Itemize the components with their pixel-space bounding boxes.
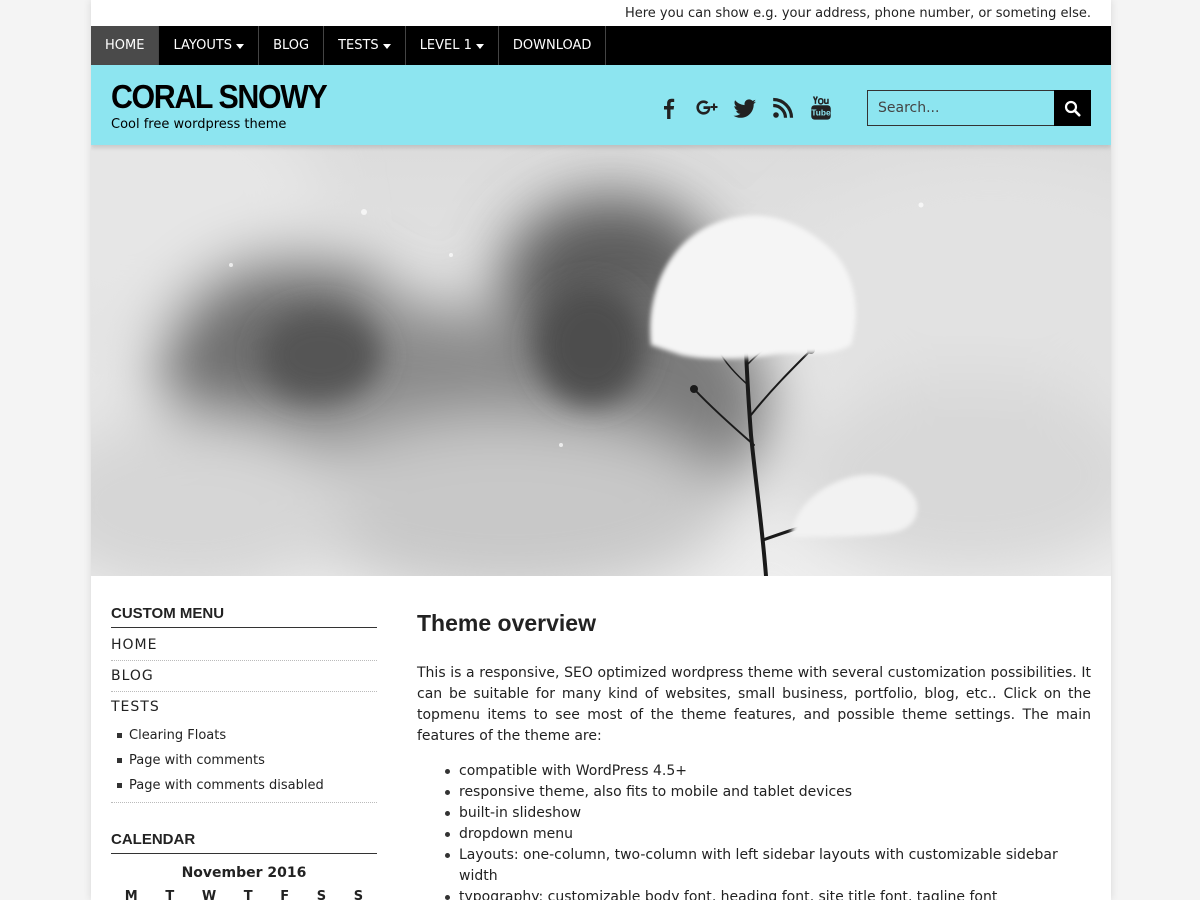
submenu-item-label: Clearing Floats [129, 728, 227, 743]
site-header: CORAL SNOWY Cool free wordpress theme Tu… [91, 65, 1111, 145]
calendar-caption: November 2016 [181, 865, 307, 881]
nav-item-tests[interactable]: TESTS [324, 26, 406, 65]
nav-item-label: HOME [105, 38, 145, 53]
nav-item-blog[interactable]: BLOG [259, 26, 325, 65]
sidebar-submenu-item[interactable]: Clearing Floats [117, 723, 377, 748]
sidebar-menu-item-tests[interactable]: TESTS [111, 692, 377, 723]
sidebar-menu-item-blog[interactable]: BLOG [111, 661, 377, 692]
search-form [867, 90, 1091, 126]
nav-item-label: LAYOUTS [173, 38, 233, 53]
nav-item-layouts[interactable]: LAYOUTS [159, 26, 260, 65]
sidebar-submenu-item[interactable]: Page with comments [117, 748, 377, 773]
social-icons: Tube [656, 95, 834, 121]
list-item: Layouts: one-column, two-column with lef… [445, 845, 1091, 887]
list-item: responsive theme, also fits to mobile an… [445, 782, 1091, 803]
main-content: Theme overview This is a responsive, SEO… [417, 610, 1091, 900]
caret-down-icon [475, 43, 484, 49]
nav-item-label: BLOG [273, 38, 310, 53]
nav-item-label: DOWNLOAD [512, 38, 592, 53]
nav-item-level-1[interactable]: LEVEL 1 [406, 26, 499, 65]
top-info-bar: Here you can show e.g. your address, pho… [624, 6, 1091, 21]
nav-item-download[interactable]: DOWNLOAD [499, 26, 607, 65]
nav-item-label: LEVEL 1 [419, 38, 472, 53]
submenu-item-label: Page with comments disabled [129, 778, 324, 793]
twitter-icon[interactable] [732, 95, 758, 121]
sidebar-submenu: Clearing Floats Page with comments Page … [111, 723, 377, 803]
list-item: compatible with WordPress 4.5+ [445, 761, 1091, 782]
submenu-item-label: Page with comments [129, 753, 265, 768]
calendar-weekday: S [316, 889, 327, 900]
calendar-weekday: T [243, 889, 253, 900]
caret-down-icon [236, 43, 245, 49]
square-bullet-icon [117, 758, 122, 763]
google-plus-icon[interactable] [694, 95, 720, 121]
sidebar-submenu-item[interactable]: Page with comments disabled [117, 773, 377, 798]
square-bullet-icon [117, 733, 122, 738]
calendar-weekday: W [201, 889, 217, 900]
site-title[interactable]: CORAL SNOWY [111, 80, 328, 113]
snowy-plant-photo [91, 145, 1111, 576]
calendar-weekday: F [280, 889, 290, 900]
calendar-weekday: M [124, 889, 138, 900]
page: Here you can show e.g. your address, pho… [91, 0, 1111, 900]
widget-title-calendar: CALENDAR [111, 831, 377, 854]
nav-item-home[interactable]: HOME [91, 26, 160, 65]
list-item: dropdown menu [445, 824, 1091, 845]
calendar-weekday-header: M T W T F S S [111, 889, 377, 900]
square-bullet-icon [117, 783, 122, 788]
calendar-weekday: T [165, 889, 175, 900]
calendar-weekday: S [353, 889, 364, 900]
youtube-icon[interactable]: Tube [808, 95, 834, 121]
svg-text:Tube: Tube [811, 108, 831, 118]
rss-icon[interactable] [770, 95, 796, 121]
facebook-icon[interactable] [656, 95, 682, 121]
list-item: built-in slideshow [445, 803, 1091, 824]
sidebar-menu-item-home[interactable]: HOME [111, 630, 377, 661]
sidebar: CUSTOM MENU HOME BLOG TESTS Clearing Flo… [111, 605, 377, 900]
intro-paragraph: This is a responsive, SEO optimized word… [417, 665, 1091, 744]
search-icon [1064, 100, 1081, 116]
page-title: Theme overview [417, 610, 596, 636]
feature-list: compatible with WordPress 4.5+ responsiv… [417, 761, 1091, 900]
site-tagline: Cool free wordpress theme [111, 117, 287, 132]
top-navigation: HOME LAYOUTS BLOG TESTS LEVEL 1 DOWNLOAD [91, 26, 1111, 65]
caret-down-icon [382, 43, 391, 49]
search-button[interactable] [1054, 90, 1091, 126]
list-item: typography: customizable body font, head… [445, 887, 1091, 900]
nav-item-label: TESTS [338, 38, 379, 53]
search-input[interactable] [867, 90, 1054, 126]
widget-title-custom-menu: CUSTOM MENU [111, 605, 377, 628]
hero-image [91, 145, 1111, 576]
